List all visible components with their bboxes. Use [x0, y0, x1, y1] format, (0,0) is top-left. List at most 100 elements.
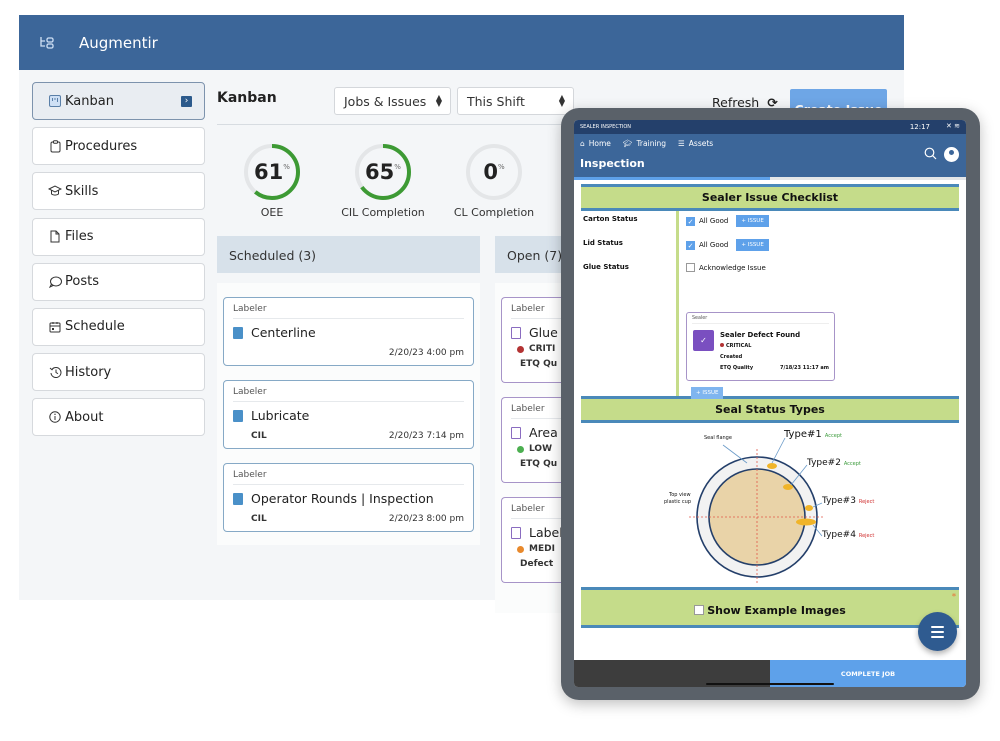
top-view-label: plastic cup [664, 499, 692, 505]
card-title: Centerline [233, 325, 464, 340]
filter-period-select[interactable]: This Shift ▲ ▼ [457, 87, 574, 115]
defect-priority: CRITICAL [720, 343, 751, 349]
card-time: 2/20/23 7:14 pm [388, 431, 464, 441]
divider [676, 211, 679, 396]
sidebar-item-label: Procedures [65, 138, 138, 154]
filter-period-value: This Shift [467, 94, 525, 109]
clipboard-check-icon [511, 527, 521, 539]
gauge-value: 65% [365, 160, 401, 184]
chevron-right-icon[interactable]: › [181, 95, 192, 107]
tablet-app-bar: ⌂ Home 🎓︎ Training ☰ Assets Inspection [574, 134, 966, 177]
nav-assets[interactable]: ☰ Assets [678, 139, 713, 148]
card-source: Defect [520, 559, 554, 569]
seal-status-diagram: Seal flange Top view plastic cup Type#1 … [581, 423, 959, 587]
nav-training[interactable]: 🎓︎ Training [623, 139, 666, 148]
sidebar-item-history[interactable]: History [32, 353, 205, 392]
defect-title: Sealer Defect Found [720, 331, 801, 339]
sidebar-item-procedures[interactable]: Procedures [32, 127, 205, 166]
job-card[interactable]: Labeler Centerline 2/20/23 4:00 pm [223, 297, 474, 366]
defect-status: Created [720, 354, 743, 360]
option-label: All Good [699, 217, 729, 225]
progress-fill [574, 177, 770, 180]
card-type: CIL [251, 431, 267, 441]
filter-type-select[interactable]: Jobs & Issues ▲ ▼ [334, 87, 451, 115]
sidebar-item-kanban[interactable]: Kanban › [32, 82, 205, 120]
add-issue-button[interactable]: + ISSUE [736, 215, 769, 227]
add-issue-button[interactable]: + ISSUE [691, 387, 724, 399]
checklist-header: Sealer Issue Checklist [581, 184, 959, 211]
divider [217, 124, 567, 125]
show-example-images-checkbox[interactable] [694, 605, 705, 615]
show-example-images-label: Show Example Images [707, 604, 846, 617]
search-icon[interactable] [924, 147, 937, 164]
seal-types-header: Seal Status Types [581, 396, 959, 423]
option-label: All Good [699, 241, 729, 249]
sidebar-item-files[interactable]: Files [32, 217, 205, 256]
sidebar-item-label: Kanban [65, 93, 114, 109]
status-time: 12:17 [909, 123, 930, 131]
add-issue-button[interactable]: + ISSUE [736, 239, 769, 251]
card-title: Glue i [511, 325, 565, 340]
show-example-images-bar: * Show Example Images [581, 587, 959, 628]
gauge-label: CIL Completion [341, 206, 425, 219]
glue-status-label: Glue Status [583, 263, 629, 271]
gauge-label: OEE [260, 206, 284, 219]
acknowledge-issue-checkbox[interactable] [686, 263, 695, 272]
kanban-board-icon [48, 94, 62, 108]
status-title: SEALER INSPECTION [580, 124, 632, 130]
all-good-checkbox[interactable]: ✓ [686, 216, 695, 226]
sidebar: Kanban › Procedures Skills Files Posts S… [32, 82, 205, 444]
lid-status-label: Lid Status [583, 239, 623, 247]
sidebar-item-label: Files [65, 229, 94, 245]
home-indicator [706, 683, 834, 685]
card-priority: CRITI [511, 344, 562, 354]
priority-dot [720, 343, 724, 347]
all-good-checkbox[interactable]: ✓ [686, 240, 695, 250]
sidebar-item-label: Schedule [65, 319, 125, 335]
job-card[interactable]: Labeler Lubricate CIL 2/20/23 7:14 pm [223, 380, 474, 449]
card-type: CIL [251, 514, 267, 524]
defect-time: 7/18/23 11:17 am [779, 365, 829, 371]
gauge-value: 0% [483, 160, 505, 184]
checklist-body: Carton Status Lid Status Glue Status ✓ A… [581, 211, 959, 399]
sidebar-item-schedule[interactable]: Schedule [32, 307, 205, 346]
type-1-label: Type#1 Accept [784, 429, 842, 440]
required-asterisk: * [951, 592, 956, 601]
signal-wifi-icon: ✕ ≋ [946, 122, 960, 130]
clipboard-icon [233, 493, 243, 505]
defect-card[interactable]: Sealer ✓ Sealer Defect Found CRITICAL Cr… [686, 312, 835, 381]
workflow-logo-icon [39, 35, 55, 51]
card-site: Labeler [511, 404, 562, 419]
defect-source: ETQ Quality [720, 365, 754, 371]
card-source: ETQ Qu [520, 459, 558, 469]
app-brand: Augmentir [79, 33, 158, 52]
card-site: Sealer [692, 316, 829, 324]
file-icon [48, 230, 62, 244]
job-card[interactable]: Labeler Operator Rounds | Inspection CIL… [223, 463, 474, 532]
sidebar-item-skills[interactable]: Skills [32, 172, 205, 211]
menu-fab-button[interactable] [918, 612, 957, 651]
card-site: Labeler [511, 504, 562, 519]
card-title: Label [511, 525, 563, 540]
menu-icon [931, 631, 944, 633]
card-site: Labeler [233, 304, 464, 319]
avatar-icon[interactable] [944, 147, 959, 162]
card-title: Operator Rounds | Inspection [233, 491, 464, 506]
graduation-cap-icon: 🎓︎ [622, 139, 633, 148]
card-title: Lubricate [233, 408, 464, 423]
clipboard-check-icon: ✓ [693, 330, 714, 351]
gauge-value: 61% [254, 160, 290, 184]
sidebar-item-posts[interactable]: Posts [32, 262, 205, 301]
sidebar-item-about[interactable]: About [32, 398, 205, 437]
type-4-label: Type#4 Reject [822, 530, 875, 540]
filter-type-value: Jobs & Issues [344, 94, 427, 109]
graduation-cap-icon [48, 184, 62, 198]
priority-dot [517, 346, 524, 353]
sort-arrows-icon: ▲ ▼ [435, 93, 442, 108]
nav-home[interactable]: ⌂ Home [580, 139, 611, 148]
speech-bubble-icon [48, 275, 62, 289]
seal-diagram-graphic [689, 437, 825, 583]
glue-status-row: Acknowledge Issue [686, 263, 766, 272]
page-title: Kanban [217, 90, 277, 106]
priority-dot [517, 446, 524, 453]
